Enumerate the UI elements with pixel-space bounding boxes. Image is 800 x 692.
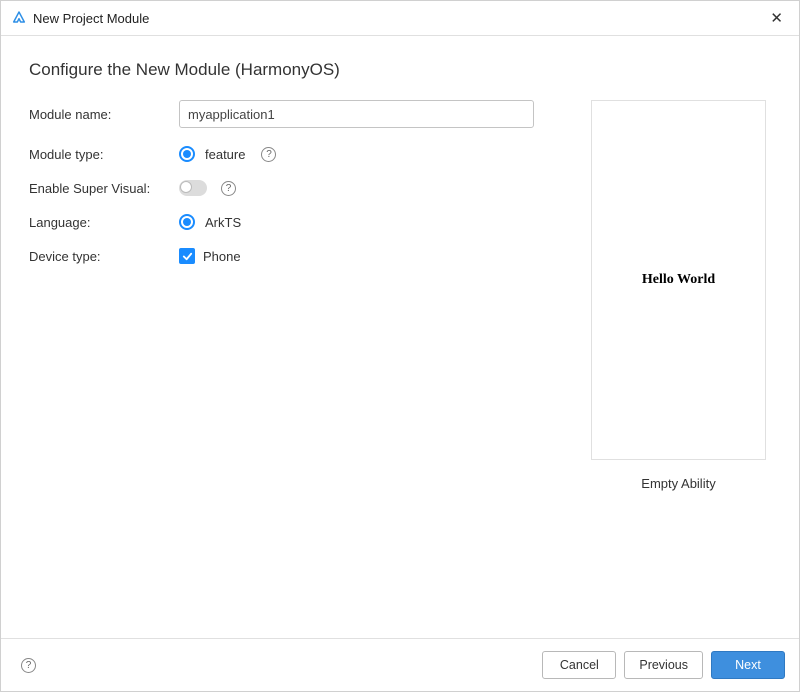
preview-column: Hello World Empty Ability [586, 100, 771, 491]
help-icon[interactable]: ? [261, 147, 276, 162]
module-name-input[interactable] [179, 100, 534, 128]
label-module-name: Module name: [29, 107, 179, 122]
page-heading: Configure the New Module (HarmonyOS) [29, 60, 771, 80]
label-device-type: Device type: [29, 249, 179, 264]
super-visual-toggle-wrap: ? [179, 180, 236, 196]
footer: ? Cancel Previous Next [1, 638, 799, 691]
row-device-type: Device type: Phone [29, 248, 562, 264]
language-radio-group: ArkTS [179, 214, 241, 230]
module-type-radio-feature[interactable] [179, 146, 195, 162]
row-enable-super-visual: Enable Super Visual: ? [29, 180, 562, 196]
preview-caption: Empty Ability [641, 476, 715, 491]
preview-text: Hello World [642, 272, 715, 288]
device-type-checkbox-wrap: Phone [179, 248, 241, 264]
next-button[interactable]: Next [711, 651, 785, 679]
label-enable-super-visual: Enable Super Visual: [29, 181, 179, 196]
content-area: Configure the New Module (HarmonyOS) Mod… [1, 36, 799, 638]
titlebar-left: New Project Module [11, 10, 149, 26]
help-icon[interactable]: ? [221, 181, 236, 196]
label-language: Language: [29, 215, 179, 230]
preview-panel: Hello World [591, 100, 766, 460]
previous-button[interactable]: Previous [624, 651, 703, 679]
module-type-option-label: feature [205, 147, 245, 162]
close-button[interactable]: ✕ [764, 7, 789, 29]
footer-left: ? [15, 658, 36, 673]
checkmark-icon [182, 251, 193, 262]
app-icon [11, 10, 27, 26]
body-row: Module name: Module type: feature ? Enab… [29, 100, 771, 491]
form-column: Module name: Module type: feature ? Enab… [29, 100, 562, 491]
row-language: Language: ArkTS [29, 214, 562, 230]
device-type-option-label: Phone [203, 249, 241, 264]
language-option-label: ArkTS [205, 215, 241, 230]
footer-help-icon[interactable]: ? [21, 658, 36, 673]
module-type-radio-group: feature ? [179, 146, 276, 162]
cancel-button[interactable]: Cancel [542, 651, 616, 679]
super-visual-toggle[interactable] [179, 180, 207, 196]
language-radio-arkts[interactable] [179, 214, 195, 230]
dialog-window: New Project Module ✕ Configure the New M… [0, 0, 800, 692]
label-module-type: Module type: [29, 147, 179, 162]
device-type-phone-checkbox[interactable] [179, 248, 195, 264]
window-title: New Project Module [33, 11, 149, 26]
titlebar: New Project Module ✕ [1, 1, 799, 36]
row-module-name: Module name: [29, 100, 562, 128]
row-module-type: Module type: feature ? [29, 146, 562, 162]
footer-buttons: Cancel Previous Next [542, 651, 785, 679]
